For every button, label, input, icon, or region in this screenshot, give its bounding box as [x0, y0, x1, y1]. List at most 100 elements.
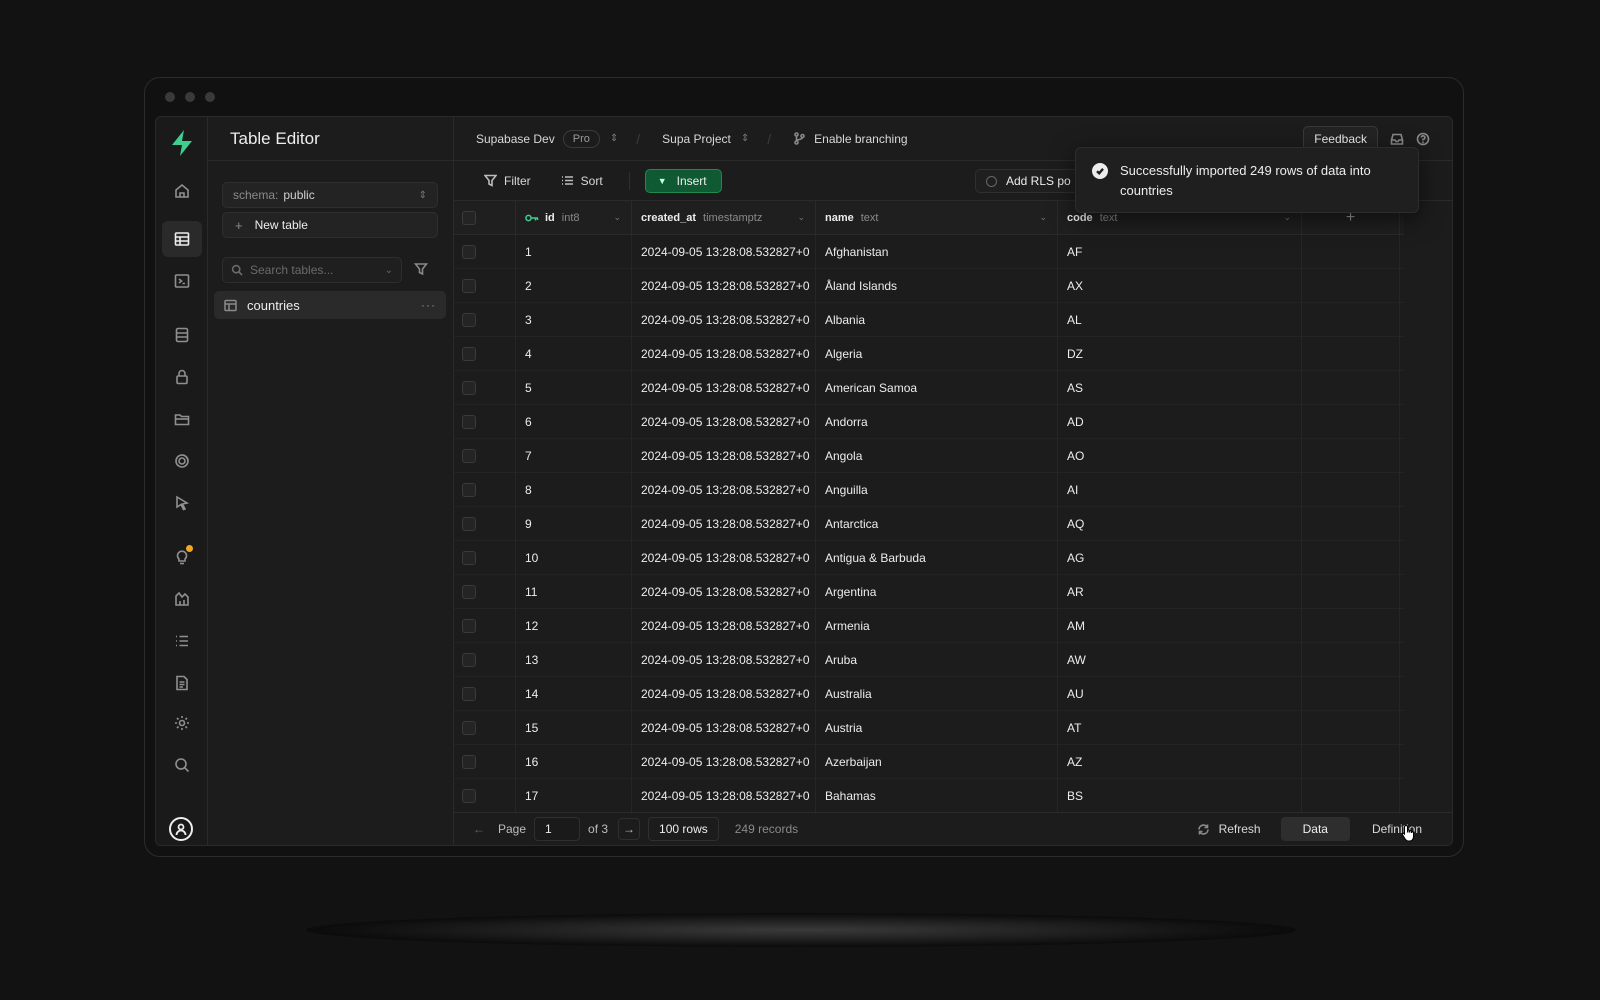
chevron-down-icon[interactable]: ⌄ — [1283, 212, 1291, 223]
chevron-updown-icon[interactable]: ⇕ — [741, 133, 749, 144]
cell-code[interactable]: AD — [1058, 405, 1302, 438]
cell-code[interactable]: AZ — [1058, 745, 1302, 778]
row-checkbox[interactable] — [462, 652, 476, 667]
row-checkbox[interactable] — [462, 278, 476, 293]
cell-name[interactable]: Australia — [816, 677, 1058, 710]
cell-code[interactable]: AX — [1058, 269, 1302, 302]
cell-name[interactable]: Angola — [816, 439, 1058, 472]
window-dot-maximize[interactable] — [205, 92, 215, 102]
cell-code[interactable]: AU — [1058, 677, 1302, 710]
rail-api-docs[interactable] — [162, 665, 202, 701]
rail-storage[interactable] — [162, 401, 202, 437]
row-checkbox[interactable] — [462, 686, 476, 701]
cell-name[interactable]: American Samoa — [816, 371, 1058, 404]
chevron-updown-icon[interactable]: ⇕ — [610, 133, 618, 144]
rail-sql-editor[interactable] — [162, 263, 202, 299]
cell-code[interactable]: AS — [1058, 371, 1302, 404]
rail-settings[interactable] — [162, 705, 202, 741]
cell-id[interactable]: 10 — [516, 541, 632, 574]
cell-code[interactable]: AM — [1058, 609, 1302, 642]
filter-button[interactable]: Filter — [484, 174, 531, 188]
user-avatar[interactable] — [169, 817, 193, 841]
row-checkbox[interactable] — [462, 482, 476, 497]
rail-logs[interactable] — [162, 623, 202, 659]
column-header-created-at[interactable]: created_at timestamptz ⌄ — [632, 201, 816, 234]
rail-table-editor[interactable] — [162, 221, 202, 257]
cell-name[interactable]: Albania — [816, 303, 1058, 336]
row-checkbox[interactable] — [462, 754, 476, 769]
cell-code[interactable]: AG — [1058, 541, 1302, 574]
cell-name[interactable]: Antarctica — [816, 507, 1058, 540]
cell-id[interactable]: 13 — [516, 643, 632, 676]
rail-advisors[interactable] — [162, 539, 202, 575]
cell-code[interactable]: BS — [1058, 779, 1302, 812]
tab-definition[interactable]: Definition — [1350, 817, 1444, 841]
search-tables-input[interactable]: Search tables... ⌄ — [222, 257, 402, 283]
rows-per-page-button[interactable]: 100 rows — [648, 817, 719, 841]
cell-created-at[interactable]: 2024-09-05 13:28:08.532827+0 — [632, 405, 816, 438]
cell-id[interactable]: 16 — [516, 745, 632, 778]
cell-code[interactable]: AF — [1058, 235, 1302, 268]
enable-branching-button[interactable]: Enable branching — [793, 132, 908, 146]
row-checkbox[interactable] — [462, 720, 476, 735]
cell-created-at[interactable]: 2024-09-05 13:28:08.532827+0 — [632, 779, 816, 812]
insert-button[interactable]: ▼ Insert — [644, 168, 722, 193]
cell-created-at[interactable]: 2024-09-05 13:28:08.532827+0 — [632, 303, 816, 336]
cell-id[interactable]: 17 — [516, 779, 632, 812]
cell-created-at[interactable]: 2024-09-05 13:28:08.532827+0 — [632, 677, 816, 710]
cell-created-at[interactable]: 2024-09-05 13:28:08.532827+0 — [632, 575, 816, 608]
rail-reports[interactable] — [162, 581, 202, 617]
cell-created-at[interactable]: 2024-09-05 13:28:08.532827+0 — [632, 745, 816, 778]
rail-database[interactable] — [162, 317, 202, 353]
cell-name[interactable]: Antigua & Barbuda — [816, 541, 1058, 574]
column-header-name[interactable]: name text ⌄ — [816, 201, 1058, 234]
schema-select[interactable]: schema: public ⇕ — [222, 182, 438, 208]
cell-code[interactable]: AI — [1058, 473, 1302, 506]
column-header-id[interactable]: id int8 ⌄ — [516, 201, 632, 234]
tab-data[interactable]: Data — [1280, 817, 1350, 841]
cell-id[interactable]: 14 — [516, 677, 632, 710]
prev-page-button[interactable]: ← — [468, 818, 490, 840]
chevron-down-icon[interactable]: ⌄ — [1039, 212, 1047, 223]
row-checkbox[interactable] — [462, 244, 476, 259]
cell-name[interactable]: Armenia — [816, 609, 1058, 642]
cell-created-at[interactable]: 2024-09-05 13:28:08.532827+0 — [632, 439, 816, 472]
next-page-button[interactable]: → — [618, 818, 641, 840]
rail-realtime[interactable] — [162, 443, 202, 479]
cell-id[interactable]: 1 — [516, 235, 632, 268]
chevron-down-icon[interactable]: ⌄ — [613, 212, 621, 223]
window-dot-minimize[interactable] — [185, 92, 195, 102]
rail-home[interactable] — [162, 173, 202, 209]
cell-name[interactable]: Afghanistan — [816, 235, 1058, 268]
cell-id[interactable]: 4 — [516, 337, 632, 370]
row-checkbox[interactable] — [462, 380, 476, 395]
row-checkbox[interactable] — [462, 312, 476, 327]
cell-id[interactable]: 8 — [516, 473, 632, 506]
sort-button[interactable]: Sort — [561, 174, 603, 188]
cell-id[interactable]: 3 — [516, 303, 632, 336]
more-options-icon[interactable]: ··· — [421, 298, 436, 312]
cell-created-at[interactable]: 2024-09-05 13:28:08.532827+0 — [632, 711, 816, 744]
cell-created-at[interactable]: 2024-09-05 13:28:08.532827+0 — [632, 371, 816, 404]
rail-edge-functions[interactable] — [162, 485, 202, 521]
cell-name[interactable]: Andorra — [816, 405, 1058, 438]
row-checkbox[interactable] — [462, 414, 476, 429]
row-checkbox[interactable] — [462, 516, 476, 531]
row-checkbox[interactable] — [462, 346, 476, 361]
row-checkbox[interactable] — [462, 550, 476, 565]
new-table-button[interactable]: + New table — [222, 212, 438, 238]
cell-created-at[interactable]: 2024-09-05 13:28:08.532827+0 — [632, 269, 816, 302]
cell-created-at[interactable]: 2024-09-05 13:28:08.532827+0 — [632, 507, 816, 540]
sidebar-table-countries[interactable]: countries ··· — [214, 291, 446, 319]
cell-id[interactable]: 12 — [516, 609, 632, 642]
cell-created-at[interactable]: 2024-09-05 13:28:08.532827+0 — [632, 337, 816, 370]
cell-created-at[interactable]: 2024-09-05 13:28:08.532827+0 — [632, 235, 816, 268]
inbox-icon[interactable] — [1390, 132, 1404, 146]
cell-created-at[interactable]: 2024-09-05 13:28:08.532827+0 — [632, 541, 816, 574]
page-number-input[interactable] — [534, 817, 581, 841]
cell-code[interactable]: AO — [1058, 439, 1302, 472]
supabase-logo-icon[interactable] — [169, 129, 195, 157]
cell-created-at[interactable]: 2024-09-05 13:28:08.532827+0 — [632, 643, 816, 676]
cell-code[interactable]: AR — [1058, 575, 1302, 608]
cell-name[interactable]: Åland Islands — [816, 269, 1058, 302]
